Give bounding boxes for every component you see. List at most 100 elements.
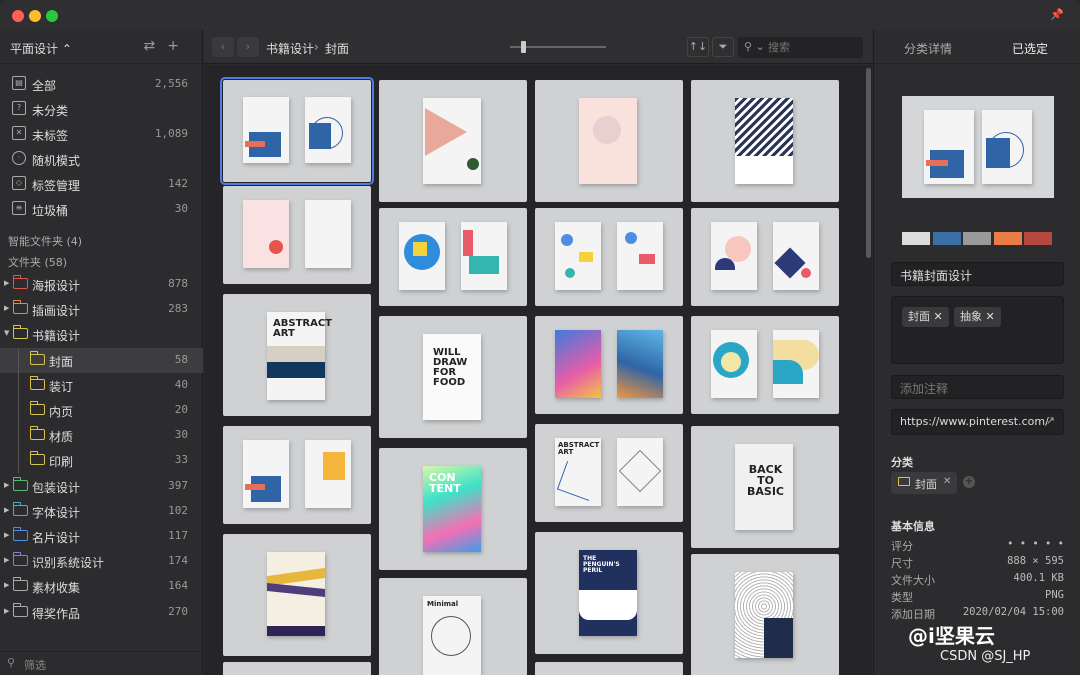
folder-item[interactable]: ▶ 素材收集 164 — [0, 574, 203, 599]
add-category-icon[interactable]: + — [963, 476, 975, 488]
image-card[interactable]: WILL DRAW FOR FOOD — [379, 316, 527, 438]
name-field[interactable]: 书籍封面设计 — [891, 262, 1064, 286]
image-card[interactable] — [223, 662, 371, 675]
remove-tag-icon[interactable]: ✕ — [986, 310, 995, 323]
sync-icon[interactable]: ⇄ — [144, 38, 168, 54]
zoom-slider[interactable] — [510, 41, 606, 53]
minimize-window-button[interactable] — [29, 10, 41, 22]
expand-icon[interactable]: ▶ — [4, 506, 9, 514]
expand-icon[interactable]: ▶ — [4, 581, 9, 589]
image-card[interactable] — [691, 80, 839, 202]
grid-scrollbar[interactable] — [866, 68, 871, 258]
sort-button[interactable]: ↑↓ — [687, 37, 709, 57]
zoom-slider-knob[interactable] — [520, 41, 526, 53]
rating-stars[interactable]: • • • • • — [1007, 538, 1064, 550]
poster-title: ABSTRACT ART — [558, 441, 600, 456]
folder-item[interactable]: 装订 40 — [0, 372, 203, 398]
folders-heading[interactable]: 文件夹 (58) — [8, 254, 67, 270]
nav-item-uncategorized[interactable]: ? 未分类 — [0, 97, 203, 122]
search-input[interactable] — [768, 39, 858, 55]
image-card[interactable] — [379, 208, 527, 306]
rating-row[interactable]: 评分 • • • • • — [891, 538, 1064, 554]
image-card[interactable]: BACK TO BASIC — [691, 426, 839, 548]
folder-item[interactable]: ▶ 名片设计 117 — [0, 524, 203, 549]
image-card[interactable]: Minimal — [379, 578, 527, 675]
folder-item[interactable]: 封面 58 — [0, 347, 203, 373]
tree-line — [18, 423, 19, 449]
library-switcher[interactable]: 平面设计 ⌃ — [10, 40, 72, 57]
tags-field[interactable]: 封面 ✕ 抽象 ✕ — [891, 296, 1064, 364]
property-value: PNG — [1045, 589, 1064, 601]
image-card[interactable] — [535, 316, 683, 414]
filter-button[interactable]: ⏷ — [712, 37, 734, 57]
image-card[interactable] — [223, 186, 371, 284]
folder-item[interactable]: 材质 30 — [0, 423, 203, 449]
color-swatch[interactable] — [932, 232, 961, 245]
smart-folders-heading[interactable]: 智能文件夹 (4) — [8, 233, 82, 249]
nav-item-tag-manager[interactable]: ◇ 标签管理 142 — [0, 172, 203, 197]
folder-item[interactable]: 内页 20 — [0, 398, 203, 423]
poster-shape — [431, 616, 471, 656]
expand-icon[interactable]: ▶ — [4, 304, 9, 312]
tag-chip[interactable]: 封面 ✕ — [902, 307, 949, 327]
image-card[interactable]: ABSTRACT ART — [223, 294, 371, 416]
back-button[interactable]: ‹ — [212, 37, 234, 57]
preview-poster — [982, 110, 1032, 184]
image-card[interactable] — [535, 208, 683, 306]
color-swatch[interactable] — [993, 232, 1022, 245]
expand-icon[interactable]: ▶ — [4, 531, 9, 539]
image-card[interactable] — [691, 554, 839, 675]
expand-icon[interactable]: ▶ — [4, 556, 9, 564]
note-field[interactable]: 添加注释 — [891, 375, 1064, 399]
url-field[interactable]: https://www.pinterest.com/ ↗ — [891, 409, 1064, 435]
nav-item-untagged[interactable]: ✕ 未标签 1,089 — [0, 122, 203, 147]
tag-chip[interactable]: 抽象 ✕ — [954, 307, 1001, 327]
folder-item[interactable]: 印刷 33 — [0, 448, 203, 474]
property-key: 尺寸 — [891, 557, 913, 570]
search-icon: ⚲ ⌄ — [744, 40, 765, 53]
close-window-button[interactable] — [12, 10, 24, 22]
image-card[interactable] — [223, 426, 371, 524]
category-chip[interactable]: 封面 ✕ — [891, 472, 957, 494]
tab-selected[interactable]: 已选定 — [1012, 40, 1048, 57]
folder-item[interactable]: ▶ 识别系统设计 174 — [0, 549, 203, 574]
remove-category-icon[interactable]: ✕ — [943, 476, 951, 487]
nav-item-trash[interactable]: ≡ 垃圾桶 30 — [0, 197, 203, 222]
expand-icon[interactable]: ▶ — [4, 607, 9, 615]
open-link-icon[interactable]: ↗ — [1046, 414, 1055, 427]
zoom-window-button[interactable] — [46, 10, 58, 22]
info-heading: 基本信息 — [891, 520, 935, 533]
color-swatch[interactable] — [1024, 232, 1052, 245]
breadcrumb-parent[interactable]: 书籍设计 — [266, 40, 314, 57]
folder-item[interactable]: ▶ 海报设计 878 — [0, 272, 203, 297]
image-card[interactable] — [691, 316, 839, 414]
expand-icon[interactable]: ▶ — [4, 481, 9, 489]
folder-item[interactable]: ▶ 得奖作品 270 — [0, 600, 203, 625]
image-card[interactable] — [691, 208, 839, 306]
add-icon[interactable]: + — [167, 38, 191, 54]
image-card[interactable] — [379, 80, 527, 202]
image-card[interactable] — [535, 662, 683, 675]
nav-item-all[interactable]: ▤ 全部 2,556 — [0, 72, 203, 97]
forward-button[interactable]: › — [237, 37, 259, 57]
image-card[interactable] — [535, 80, 683, 202]
filter-label[interactable]: 筛选 — [24, 657, 46, 673]
image-card[interactable]: THE PENGUIN'S PERIL — [535, 532, 683, 654]
image-card-selected[interactable] — [220, 77, 374, 185]
folder-item[interactable]: ▶ 字体设计 102 — [0, 499, 203, 524]
pin-icon[interactable]: 📌 — [1050, 8, 1064, 21]
nav-item-random[interactable]: · 随机模式 — [0, 147, 203, 172]
folder-item[interactable]: ▶ 插画设计 283 — [0, 297, 203, 322]
color-swatch[interactable] — [963, 232, 991, 245]
image-card[interactable]: ABSTRACT ART — [535, 424, 683, 522]
image-card[interactable] — [223, 534, 371, 656]
collapse-icon[interactable]: ▼ — [4, 329, 9, 337]
expand-icon[interactable]: ▶ — [4, 279, 9, 287]
folder-item[interactable]: ▶ 包装设计 397 — [0, 474, 203, 499]
color-swatch[interactable] — [902, 232, 930, 245]
poster-shape — [986, 138, 1010, 168]
tab-category-details[interactable]: 分类详情 — [904, 40, 952, 57]
folder-item[interactable]: ▼ 书籍设计 — [0, 322, 203, 347]
remove-tag-icon[interactable]: ✕ — [934, 310, 943, 323]
image-card[interactable]: CON TENT — [379, 448, 527, 570]
